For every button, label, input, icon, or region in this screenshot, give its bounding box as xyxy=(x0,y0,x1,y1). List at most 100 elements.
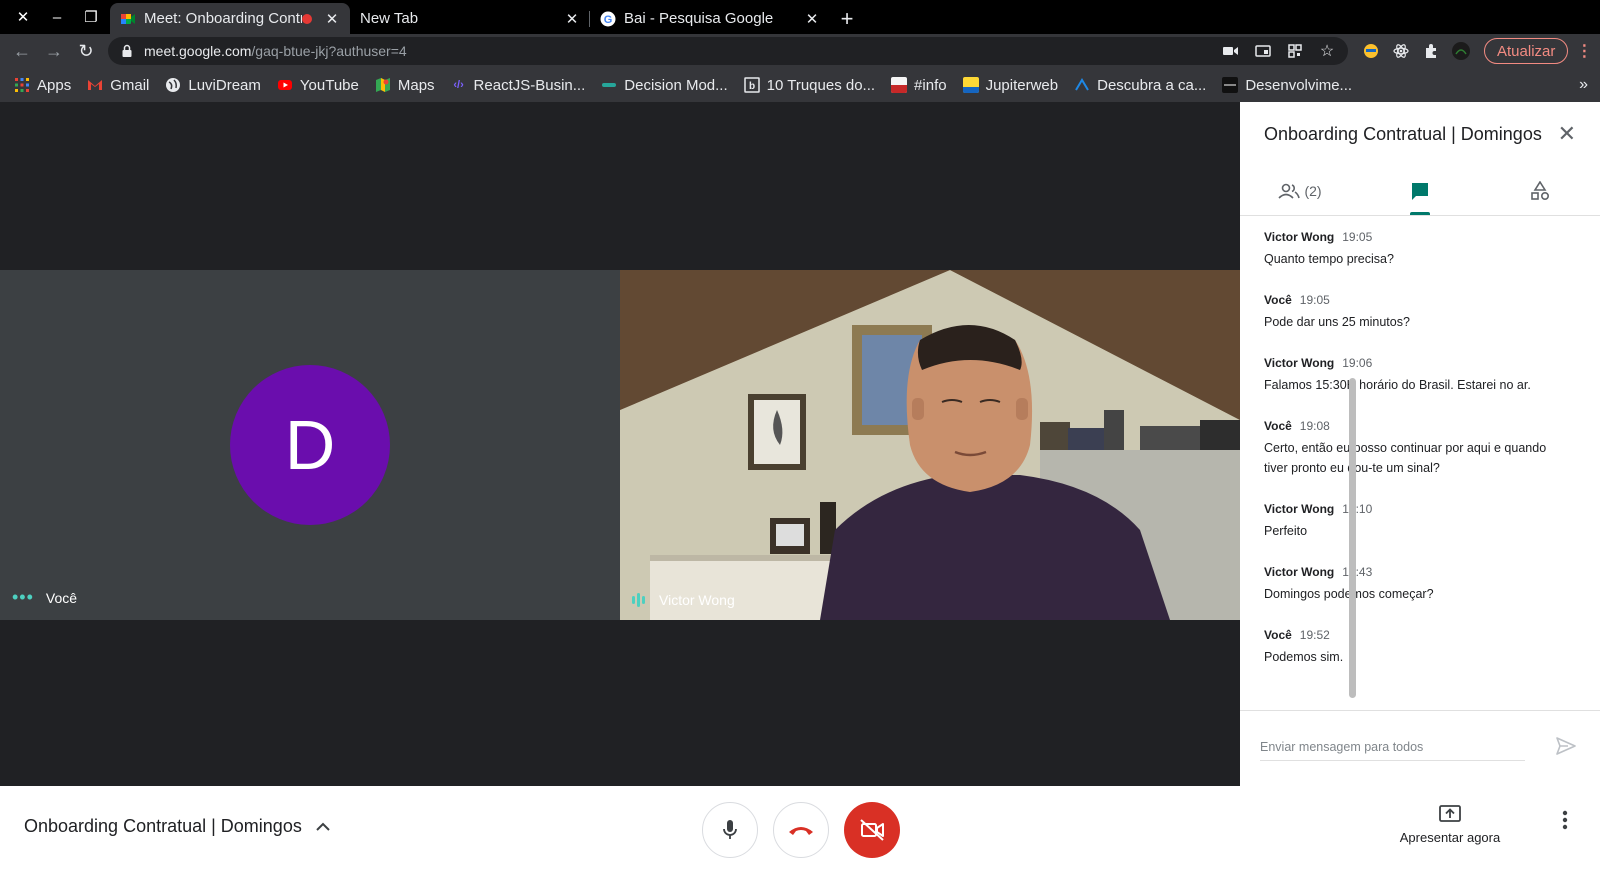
chat-icon xyxy=(1412,182,1428,200)
window-minimize-icon[interactable]: – xyxy=(42,2,72,32)
tab-google-search[interactable]: G Bai - Pesquisa Google ✕ xyxy=(590,3,830,34)
message-time: 19:05 xyxy=(1342,230,1373,244)
maps-icon xyxy=(375,78,390,92)
close-icon[interactable]: ✕ xyxy=(1558,121,1576,147)
gmail-icon xyxy=(88,80,103,90)
chat-message-list[interactable]: Victor Wong 19:05 Quanto tempo precisa? V… xyxy=(1240,216,1588,710)
message-time: 19:52 xyxy=(1299,628,1330,642)
bookmark-reactjs[interactable]: ‹/› ReactJS-Busin... xyxy=(451,76,586,94)
send-icon[interactable] xyxy=(1556,737,1576,755)
tab-close-icon[interactable]: ✕ xyxy=(804,10,820,28)
browser-toolbar: ← → ↻ meet.google.com /gaq-btue-jkj?auth… xyxy=(0,34,1600,68)
back-arrow-icon[interactable]: ← xyxy=(6,35,38,67)
bookmark-label: Maps xyxy=(397,76,435,94)
tab-chat[interactable] xyxy=(1360,166,1480,215)
message-text: Quanto tempo precisa? xyxy=(1264,252,1394,266)
bookmark-apps[interactable]: Apps xyxy=(14,77,71,94)
tab-meet[interactable]: Meet: Onboarding Contratual | Domingos ✕ xyxy=(110,3,350,34)
message-sender: Victor Wong xyxy=(1264,502,1335,516)
google-icon: G xyxy=(600,11,616,26)
tab-participants[interactable]: (2) xyxy=(1240,166,1360,215)
hang-up-icon xyxy=(789,827,813,835)
self-video-tile[interactable]: D ••• Você xyxy=(0,270,620,620)
bookmark-label: Gmail xyxy=(110,76,150,94)
react-devtools-icon[interactable] xyxy=(1392,42,1410,60)
tab-title: Bai - Pesquisa Google xyxy=(624,10,774,27)
tab-new-tab[interactable]: New Tab ✕ xyxy=(350,3,590,34)
message-time: 19:43 xyxy=(1342,565,1373,579)
address-bar[interactable]: meet.google.com /gaq-btue-jkj?authuser=4… xyxy=(108,37,1348,65)
bookmarks-overflow-icon[interactable]: » xyxy=(1579,76,1588,94)
url-path: /gaq-btue-jkj?authuser=4 xyxy=(251,43,407,59)
extension-emoji-icon[interactable] xyxy=(1362,42,1380,60)
chat-message: Você 19:08 Certo, então eu posso continua… xyxy=(1264,419,1564,478)
chrome-menu-icon[interactable]: ⋮ xyxy=(1574,41,1594,61)
meeting-details-button[interactable]: Onboarding Contratual | Domingos xyxy=(24,816,330,837)
update-button[interactable]: Atualizar xyxy=(1484,38,1569,64)
bookmark-10-truques[interactable]: b 10 Truques do... xyxy=(743,77,875,94)
message-text: Falamos 15:30H horário do Brasil. Estare… xyxy=(1264,378,1531,392)
message-time: 19:06 xyxy=(1342,356,1373,370)
present-now-button[interactable]: Apresentar agora xyxy=(1385,804,1515,845)
leave-call-button[interactable] xyxy=(773,802,829,858)
bookmark-star-icon[interactable]: ☆ xyxy=(1318,42,1336,60)
chat-message-input[interactable] xyxy=(1260,733,1525,761)
qr-code-icon[interactable] xyxy=(1286,42,1304,60)
window-controls: ✕ – ❐ xyxy=(0,0,106,34)
bookmark-label: LuviDream xyxy=(188,76,261,94)
chat-message: Victor Wong 19:05 Quanto tempo precisa? xyxy=(1264,230,1564,269)
window-close-icon[interactable]: ✕ xyxy=(8,2,38,32)
message-time: 19:10 xyxy=(1342,502,1373,516)
panel-header: Onboarding Contratual | Domingos ✕ xyxy=(1240,102,1600,166)
usp-icon xyxy=(962,77,979,93)
message-text: Perfeito xyxy=(1264,524,1308,538)
url-host: meet.google.com xyxy=(144,43,252,59)
more-options-icon[interactable] xyxy=(1562,810,1568,830)
bookmark-jupiterweb[interactable]: Jupiterweb xyxy=(962,77,1058,94)
camera-off-icon xyxy=(860,819,884,841)
tab-close-icon[interactable]: ✕ xyxy=(324,10,340,28)
tab-close-icon[interactable]: ✕ xyxy=(564,10,580,28)
bookmark-luvidream[interactable]: LuviDream xyxy=(165,77,261,94)
bookmark-gmail[interactable]: Gmail xyxy=(87,77,149,94)
bookmark-label: #info xyxy=(914,76,947,94)
extensions-area xyxy=(1362,42,1470,60)
tab-activities[interactable] xyxy=(1480,166,1600,215)
message-sender: Você xyxy=(1264,293,1292,307)
message-text: Certo, então eu posso continuar por aqui… xyxy=(1264,441,1547,475)
dark-site-icon xyxy=(1222,77,1239,93)
chat-scrollbar[interactable] xyxy=(1349,378,1356,698)
chat-message: Victor Wong 19:10 Perfeito xyxy=(1264,502,1564,541)
message-text: Pode dar uns 25 minutos? xyxy=(1264,315,1410,329)
info-200-icon xyxy=(891,77,908,93)
extensions-puzzle-icon[interactable] xyxy=(1422,42,1440,60)
chat-message: Você 19:05 Pode dar uns 25 minutos? xyxy=(1264,293,1564,332)
bookmark-maps[interactable]: Maps xyxy=(375,77,435,94)
bookmark-youtube[interactable]: YouTube xyxy=(277,77,359,94)
globe-icon xyxy=(166,78,181,92)
bookmark-desenvolvimento[interactable]: Desenvolvime... xyxy=(1222,77,1352,94)
camera-off-button[interactable] xyxy=(844,802,900,858)
self-name: Você xyxy=(45,589,78,606)
message-sender: Victor Wong xyxy=(1264,230,1335,244)
bookmark-label: Descubra a ca... xyxy=(1097,76,1207,94)
bookmark-label: ReactJS-Busin... xyxy=(473,76,586,94)
new-tab-plus-icon[interactable]: + xyxy=(830,3,864,34)
chat-message: Você 19:52 Podemos sim. xyxy=(1264,628,1564,667)
bookmark-info[interactable]: #info xyxy=(891,77,947,94)
remote-video-tile[interactable]: Victor Wong xyxy=(620,270,1240,620)
bookmark-descubra[interactable]: Descubra a ca... xyxy=(1074,77,1206,94)
profile-avatar-icon[interactable] xyxy=(1452,42,1470,60)
chat-message: Victor Wong 19:43 Domingos podemos começa… xyxy=(1264,565,1564,604)
meeting-controls-bar: Onboarding Contratual | Domingos Apresen… xyxy=(0,786,1600,872)
bookmark-label: Apps xyxy=(37,76,72,94)
microphone-button[interactable] xyxy=(702,802,758,858)
avatar: D xyxy=(230,365,390,525)
cast-icon[interactable] xyxy=(1254,42,1272,60)
camera-in-use-icon[interactable] xyxy=(1222,42,1240,60)
participants-count: (2) xyxy=(1304,182,1322,199)
reload-icon[interactable]: ↻ xyxy=(70,35,102,67)
window-restore-icon[interactable]: ❐ xyxy=(76,2,106,32)
forward-arrow-icon[interactable]: → xyxy=(38,35,70,67)
bookmark-decision-model[interactable]: Decision Mod... xyxy=(601,77,728,94)
